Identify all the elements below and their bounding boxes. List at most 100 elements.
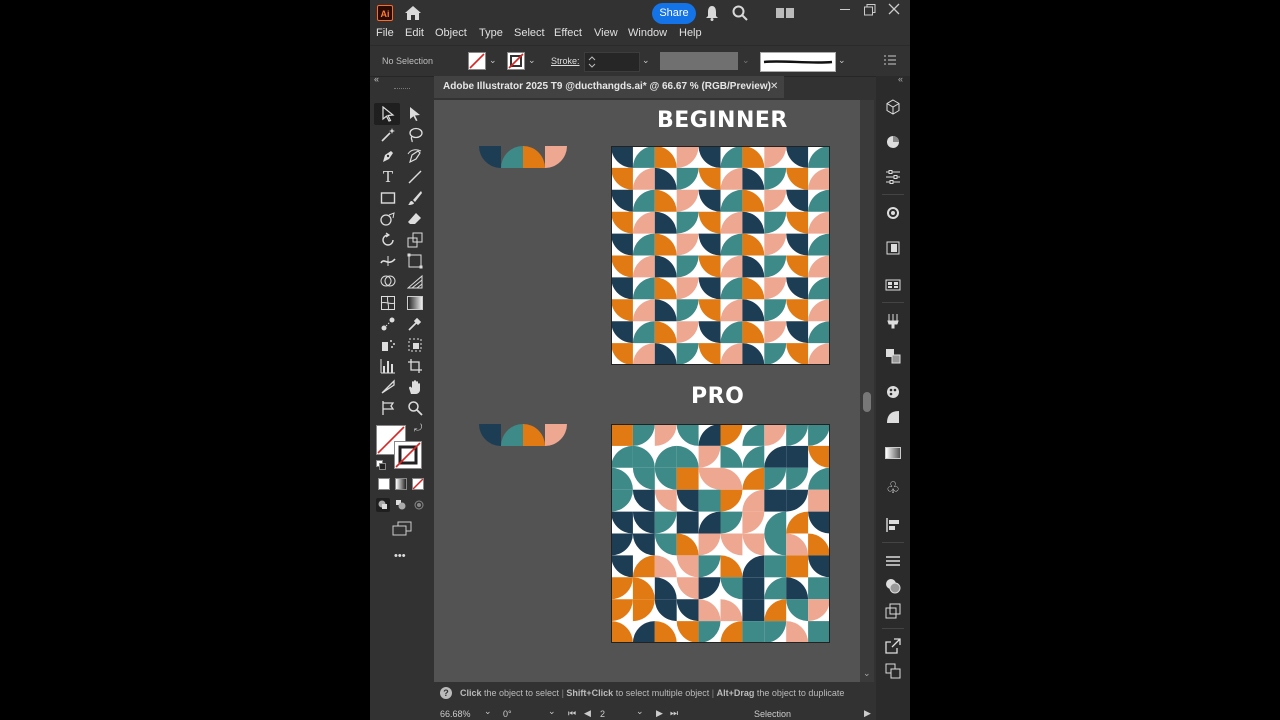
artboards-icon[interactable] [884,662,902,680]
search-icon[interactable] [732,5,748,24]
magic-wand-tool-icon[interactable] [378,126,398,144]
curvature-tool-icon[interactable] [405,147,425,165]
stroke-swatch[interactable] [507,52,525,70]
symbols-icon[interactable] [884,347,902,365]
zoom-level[interactable]: 66.68% [440,709,471,719]
menu-effect[interactable]: Effect [554,27,582,39]
graphic-styles-icon[interactable] [884,383,902,401]
align-icon[interactable] [884,516,902,534]
brush-dropdown-icon[interactable]: ⌄ [838,55,846,66]
none-mode-icon[interactable] [412,478,424,490]
beginner-source-tiles[interactable] [479,146,569,169]
next-artboard-icon[interactable]: ▶ [656,708,663,719]
screen-mode-icon[interactable] [392,521,412,540]
symbol-sprayer-tool-icon[interactable] [378,336,398,354]
pen-tool-icon[interactable] [378,147,398,165]
stroke-dropdown-icon[interactable]: ⌄ [528,55,536,66]
gradient-mode-icon[interactable] [395,478,407,490]
stroke-weight-dropdown-icon[interactable]: ⌄ [642,55,650,66]
appearance-icon[interactable] [884,204,902,222]
artboard-number[interactable]: 2 [600,709,605,719]
restore-button[interactable] [864,4,876,19]
menu-edit[interactable]: Edit [405,27,424,39]
scale-tool-icon[interactable] [405,231,425,249]
vertical-scrollbar[interactable]: ⌄ [860,100,874,682]
collapse-panels-icon[interactable]: « [898,74,903,84]
stroke-panel-icon[interactable] [884,408,902,426]
artboard-tool-alt-icon[interactable] [378,399,398,417]
column-graph-tool-icon[interactable] [378,357,398,375]
help-icon[interactable]: ? [440,687,452,699]
brushes-icon[interactable] [884,312,902,330]
home-icon[interactable] [404,5,422,24]
slice-tool-icon[interactable] [378,378,398,396]
previous-artboard-icon[interactable]: ◀ [584,708,591,719]
fill-swatch[interactable] [468,52,486,70]
variable-width-profile[interactable] [660,52,738,70]
perspective-grid-tool-icon[interactable] [405,273,425,291]
zoom-dropdown-icon[interactable]: ⌄ [484,706,492,717]
close-tab-icon[interactable]: ✕ [770,81,778,92]
default-fill-stroke-icon[interactable] [376,460,386,473]
menu-view[interactable]: View [594,27,618,39]
club-icon[interactable]: ♧ [884,479,902,497]
draw-inside-icon[interactable] [412,498,426,515]
properties-icon[interactable] [884,168,902,186]
menu-window[interactable]: Window [628,27,667,39]
stroke-weight-stepper[interactable] [584,52,640,72]
eraser-tool-icon[interactable] [405,210,425,228]
live-paint-bucket-tool-icon[interactable] [405,336,425,354]
transparency-icon[interactable] [884,602,902,620]
menu-file[interactable]: File [376,27,394,39]
zoom-tool-icon[interactable] [405,399,425,417]
artboard-tool-icon[interactable] [405,357,425,375]
blend-tool-icon[interactable] [378,315,398,333]
artboard-dropdown-icon[interactable]: ⌄ [636,706,644,717]
type-tool-icon[interactable]: T [378,168,398,186]
width-tool-icon[interactable] [378,252,398,270]
transform-icon[interactable] [884,552,902,570]
paintbrush-tool-icon[interactable] [405,189,425,207]
menu-help[interactable]: Help [679,27,702,39]
menu-type[interactable]: Type [479,27,503,39]
selection-tool-icon[interactable] [378,105,398,123]
free-transform-tool-icon[interactable] [405,252,425,270]
minimize-button[interactable] [840,9,850,10]
export-icon[interactable] [884,637,902,655]
stroke-proxy[interactable] [394,441,422,469]
rotate-tool-icon[interactable] [378,231,398,249]
panel-menu-icon[interactable] [884,55,896,68]
edit-toolbar-icon[interactable]: ••• [394,550,406,562]
panel-collapse-left-icon[interactable]: « [374,74,379,84]
draw-behind-icon[interactable] [394,498,408,515]
workspace-switcher-icon[interactable] [776,8,794,21]
pro-pattern-artboard[interactable] [611,424,830,643]
swap-fill-stroke-icon[interactable]: ⤾ [414,423,422,434]
scroll-down-icon[interactable]: ⌄ [863,668,871,679]
mesh-tool-icon[interactable] [378,294,398,312]
layers-icon[interactable] [884,239,902,257]
scrollbar-thumb[interactable] [863,392,871,412]
gradient-tool-icon[interactable] [405,294,425,312]
fill-dropdown-icon[interactable]: ⌄ [489,55,497,66]
color-icon[interactable] [884,133,902,151]
pro-source-tiles[interactable] [479,424,569,447]
eyedropper-tool-icon[interactable] [405,315,425,333]
shape-builder-tool-icon[interactable] [378,273,398,291]
menu-object[interactable]: Object [435,27,467,39]
color-mode-icon[interactable] [378,478,390,490]
hand-tool-icon[interactable] [405,378,425,396]
menu-select[interactable]: Select [514,27,545,39]
gradient-panel-icon[interactable] [884,444,902,462]
share-button[interactable]: Share [652,3,696,24]
beginner-pattern-artboard[interactable] [611,146,830,365]
draw-normal-icon[interactable] [376,498,390,512]
status-menu-arrow-icon[interactable]: ▶ [864,708,871,719]
canvas[interactable]: BEGINNER PRO [434,100,860,682]
direct-selection-tool-icon[interactable] [405,105,425,123]
pathfinder-icon[interactable] [884,577,902,595]
brush-definition[interactable] [760,52,836,72]
shaper-tool-icon[interactable] [378,210,398,228]
close-window-button[interactable] [888,3,900,18]
bell-icon[interactable] [705,5,719,24]
